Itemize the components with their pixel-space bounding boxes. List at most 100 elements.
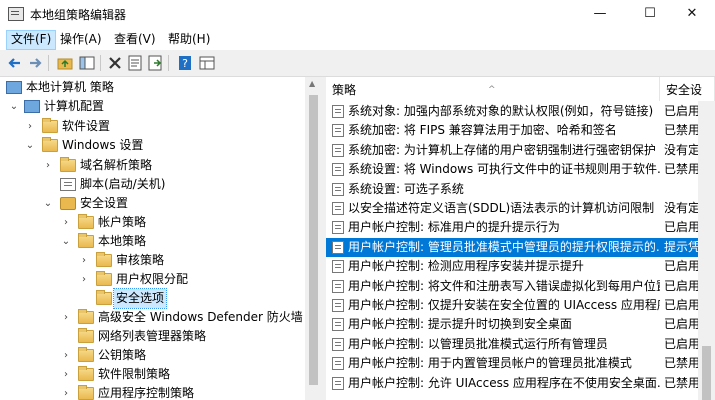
title-bar: 本地组策略编辑器 — ☐ ✕ (0, 0, 715, 28)
policy-icon (332, 376, 344, 390)
folder-icon (42, 137, 58, 152)
policy-icon (332, 221, 344, 235)
menu-view[interactable]: 查看(V) (110, 30, 160, 48)
tree-item-label: 安全设置 (80, 196, 129, 210)
policy-icon (332, 105, 344, 118)
help-icon[interactable]: ? (176, 54, 194, 72)
chevron-right-icon[interactable]: › (78, 270, 90, 289)
table-row[interactable]: 用户帐户控制: 标准用户的提升提示行为 已启用 (326, 218, 715, 237)
list-scroll-thumb[interactable] (702, 346, 711, 400)
column-header-label: 策略 (332, 83, 357, 97)
table-row[interactable]: 以安全描述符定义语言(SDDL)语法表示的计算机访问限制 没有定 (326, 199, 715, 218)
scroll-up-icon[interactable]: ▲ (309, 79, 315, 88)
tree-item-label: 帐户策略 (98, 215, 147, 229)
policy-name: 用户帐户控制: 提示提升时切换到安全桌面 (348, 317, 572, 332)
back-arrow-icon[interactable] (6, 54, 24, 72)
tree-item-label: 本地策略 (98, 234, 147, 248)
tree-item-label: 安全选项 (112, 288, 168, 309)
policy-icon (332, 260, 344, 274)
column-header-policy[interactable]: 策略 ^ (326, 77, 660, 101)
policy-icon (332, 202, 344, 215)
tree-item-label: 脚本(启动/关机) (80, 177, 166, 191)
forward-arrow-icon[interactable] (26, 54, 44, 72)
tree-item-label: 软件设置 (62, 119, 111, 133)
close-button[interactable]: ✕ (669, 0, 715, 28)
maximize-button[interactable]: ☐ (627, 0, 673, 28)
table-row[interactable]: 系统设置: 可选子系统 (326, 180, 715, 199)
tree-item-label: 网络列表管理器策略 (98, 329, 207, 343)
toolbar-separator (100, 55, 101, 71)
policy-icon (332, 318, 344, 332)
properties-icon[interactable] (126, 54, 144, 72)
chevron-right-icon[interactable]: › (60, 384, 72, 400)
folder-icon (96, 252, 112, 267)
menu-file[interactable]: 文件(F) (6, 30, 57, 50)
lock-icon (60, 197, 76, 210)
table-row[interactable]: 用户帐户控制: 用于内置管理员帐户的管理员批准模式 已禁用 (326, 354, 715, 373)
toolbar: ? (0, 50, 715, 77)
chevron-down-icon[interactable]: ⌄ (42, 194, 54, 213)
sort-ascending-icon: ^ (488, 85, 496, 95)
table-row[interactable]: 系统加密: 将 FIPS 兼容算法用于加密、哈希和签名 已禁用 (326, 121, 715, 140)
policy-name: 系统设置: 将 Windows 可执行文件中的证书规则用于软件... (348, 162, 660, 177)
policy-name: 系统加密: 为计算机上存储的用户密钥强制进行强密钥保护 (348, 142, 656, 157)
minimize-button[interactable]: — (577, 0, 623, 28)
policy-name: 用户帐户控制: 标准用户的提升提示行为 (348, 220, 560, 235)
tree-item-label: 应用程序控制策略 (98, 386, 195, 400)
policy-list: 策略 ^ 安全设 系统对象: 加强内部系统对象的默认权限(例如，符号链接) 已启用… (326, 77, 715, 400)
policy-name: 用户帐户控制: 以管理员批准模式运行所有管理员 (348, 336, 608, 351)
column-header-label: 安全设 (666, 83, 703, 97)
computer-icon (24, 100, 40, 113)
table-row[interactable]: 用户帐户控制: 管理员批准模式中管理员的提升权限提示的... 提示凭 (326, 237, 715, 257)
table-row[interactable]: 系统设置: 将 Windows 可执行文件中的证书规则用于软件... 已禁用 (326, 160, 715, 179)
table-row[interactable]: 用户帐户控制: 以管理员批准模式运行所有管理员 已启用 (326, 335, 715, 354)
menu-action[interactable]: 操作(A) (56, 30, 106, 48)
tree-item-label: Windows 设置 (62, 138, 144, 152)
column-header-setting[interactable]: 安全设 (660, 77, 715, 101)
computer-icon (6, 81, 22, 94)
filter-view-icon[interactable] (198, 54, 216, 72)
script-icon (60, 178, 76, 191)
policy-name: 用户帐户控制: 将文件和注册表写入错误虚拟化到每用户位置 (348, 278, 660, 293)
svg-text:?: ? (182, 57, 188, 70)
menu-help[interactable]: 帮助(H) (164, 30, 214, 48)
chevron-down-icon[interactable]: ⌄ (24, 136, 36, 155)
folder-icon (60, 157, 76, 172)
table-row[interactable]: 用户帐户控制: 仅提升安装在安全位置的 UIAccess 应用程序 已启用 (326, 296, 715, 315)
table-row[interactable]: 用户帐户控制: 将文件和注册表写入错误虚拟化到每用户位置 已启用 (326, 277, 715, 296)
chevron-right-icon[interactable]: › (60, 365, 72, 384)
folder-icon (78, 385, 94, 400)
folder-icon (78, 214, 94, 229)
table-row[interactable]: 系统加密: 为计算机上存储的用户密钥强制进行强密钥保护 没有定 (326, 141, 715, 160)
policy-name: 用户帐户控制: 用于内置管理员帐户的管理员批准模式 (348, 356, 632, 371)
up-folder-icon[interactable] (56, 54, 74, 72)
chevron-right-icon[interactable]: › (60, 213, 72, 232)
tree-item-label: 高级安全 Windows Defender 防火墙 (98, 310, 303, 324)
folder-icon (96, 290, 112, 305)
tree-scroll-thumb[interactable] (309, 95, 318, 385)
table-row[interactable]: 用户帐户控制: 允许 UIAccess 应用程序在不使用安全桌面... 已禁用 (326, 374, 715, 393)
folder-icon (78, 233, 94, 248)
policy-icon (332, 124, 344, 138)
list-scrollbar[interactable] (698, 101, 715, 400)
folder-icon (78, 328, 94, 343)
table-row[interactable]: 系统对象: 加强内部系统对象的默认权限(例如，符号链接) 已启用 (326, 102, 715, 121)
table-row[interactable]: 用户帐户控制: 检测应用程序安装并提示提升 已启用 (326, 257, 715, 276)
chevron-right-icon[interactable]: › (78, 251, 90, 270)
chevron-right-icon[interactable]: › (24, 117, 36, 136)
policy-icon (332, 143, 344, 157)
delete-icon[interactable] (106, 54, 124, 72)
chevron-right-icon[interactable]: › (42, 156, 54, 175)
export-list-icon[interactable] (146, 54, 164, 72)
policy-icon (332, 240, 344, 254)
tree-scrollbar[interactable]: ▲ (305, 77, 322, 400)
chevron-right-icon[interactable]: › (60, 308, 72, 327)
table-row[interactable]: 用户帐户控制: 提示提升时切换到安全桌面 已启用 (326, 315, 715, 334)
show-hide-tree-icon[interactable] (78, 54, 96, 72)
policy-icon (332, 357, 344, 371)
chevron-down-icon[interactable]: ⌄ (60, 232, 72, 251)
chevron-right-icon[interactable]: › (60, 346, 72, 365)
toolbar-separator (168, 55, 169, 71)
chevron-down-icon[interactable]: ⌄ (8, 97, 20, 116)
window-title: 本地组策略编辑器 (30, 8, 127, 22)
